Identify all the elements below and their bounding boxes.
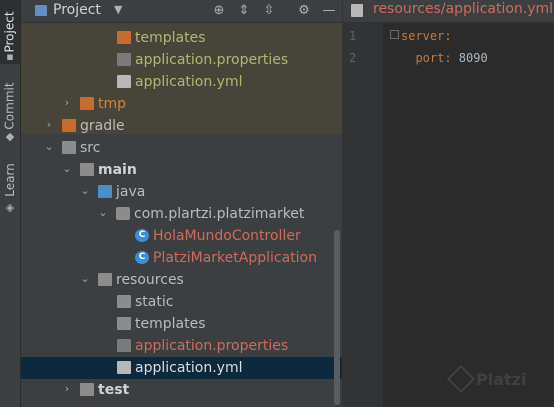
chevron-down-icon[interactable]: ⌄ [62,163,72,175]
tree-label: test [98,382,130,398]
locate-icon[interactable]: ⊕ [211,3,227,19]
line-gutter: 1 2 [343,23,383,407]
yaml-key: port: [401,51,452,65]
tree-row[interactable]: templates [21,27,342,49]
tree-row[interactable]: ⌄ java [21,181,342,203]
learn-icon: ◈ [5,201,15,214]
tree-label: application.properties [135,338,289,354]
tree-row[interactable]: C HolaMundoController [21,225,342,247]
chevron-right-icon[interactable]: › [62,383,72,395]
editor-tab[interactable]: resources/application.yml [343,0,554,23]
project-view-icon [35,5,47,16]
tree-label: main [98,162,137,178]
tree-label: templates [135,30,206,46]
yml-file-icon [351,4,363,17]
watermark: Platzi [476,370,527,389]
properties-file-icon [117,53,131,66]
tree-row[interactable]: application.yml [21,71,342,93]
tree-label: static [135,294,174,310]
project-panel: Project ▼ ⊕ ⇕ ⇳ ⚙ — templates applicatio… [21,0,342,407]
source-folder-icon [98,185,112,198]
chevron-down-icon[interactable]: ⌄ [80,273,90,285]
project-view-selector[interactable]: Project [53,2,101,18]
tree-row[interactable]: application.properties [21,335,342,357]
tree-row[interactable]: C PlatziMarketApplication [21,247,342,269]
yaml-value: 8090 [451,51,488,65]
chevron-right-icon[interactable]: › [44,119,54,131]
tree-row[interactable]: › test [21,379,342,401]
editor-tab-label: resources/application.yml [373,1,554,17]
tree-label: java [116,184,146,200]
package-icon [116,207,130,220]
expand-all-icon[interactable]: ⇕ [236,3,252,19]
tree-row[interactable]: ⌄ main [21,159,342,181]
code-line[interactable]: server: [401,29,452,43]
folder-icon: ▪ [6,50,14,63]
tree-row[interactable]: application.properties [21,49,342,71]
tree-row[interactable]: ⌄ src [21,137,342,159]
tree-row[interactable]: › tmp [21,93,342,115]
fold-marker-icon[interactable] [390,30,399,39]
tree-row[interactable]: ⌄ com.plartzi.platzimarket [21,203,342,225]
yml-file-icon [117,361,131,374]
folder-icon [62,141,76,154]
folder-icon [117,31,131,44]
tool-window-strip: Project ▪ Commit ◆ Learn ◈ [0,0,21,407]
chevron-down-icon[interactable]: ⌄ [80,185,90,197]
tree-label: com.plartzi.platzimarket [134,206,305,222]
hide-icon[interactable]: — [321,3,337,19]
yaml-key: server: [401,29,452,43]
line-number: 1 [349,29,357,43]
folder-icon [62,119,76,132]
chevron-down-icon[interactable]: ⌄ [44,141,54,153]
chevron-right-icon[interactable]: › [62,97,72,109]
folder-icon [80,383,94,396]
editor-area: resources/application.yml 1 2 server: po… [343,0,554,407]
tree-row[interactable]: static [21,291,342,313]
java-main-class-icon: C [135,251,149,264]
folder-icon [80,97,94,110]
java-class-icon: C [135,229,149,242]
yml-file-icon [117,75,131,88]
project-tab-label: Project [3,11,17,53]
tree-label: application.yml [135,360,243,376]
tree-row-selected[interactable]: application.yml [21,357,342,379]
code-line[interactable]: port: 8090 [401,51,488,65]
properties-file-icon [117,339,131,352]
tree-label: src [80,140,101,156]
tree-row[interactable]: ⌄ resources [21,269,342,291]
tree-label: PlatziMarketApplication [153,250,317,266]
folder-icon [117,295,131,308]
tree-label: gradle [80,118,125,134]
tree-label: HolaMundoController [153,228,301,244]
commit-tab-label: Commit [3,82,18,130]
tree-row[interactable]: templates [21,313,342,335]
tree-row[interactable]: › gradle [21,115,342,137]
resources-folder-icon [98,273,112,286]
folder-icon [117,317,131,330]
source-folder-icon [80,163,94,176]
tree-label: application.properties [135,52,289,68]
gear-icon[interactable]: ⚙ [296,3,312,19]
tree-label: resources [116,272,184,288]
line-number: 2 [349,51,357,65]
vertical-scrollbar[interactable] [334,230,340,405]
tree-label: templates [135,316,206,332]
project-panel-header: Project ▼ ⊕ ⇕ ⇳ ⚙ — [21,0,342,23]
collapse-all-icon[interactable]: ⇳ [261,3,277,19]
chevron-down-icon[interactable]: ▼ [114,3,122,16]
tree-label: tmp [98,96,127,112]
learn-tab-label: Learn [3,163,18,197]
chevron-down-icon[interactable]: ⌄ [98,207,108,219]
tree-label: application.yml [135,74,243,90]
commit-icon: ◆ [5,130,15,143]
